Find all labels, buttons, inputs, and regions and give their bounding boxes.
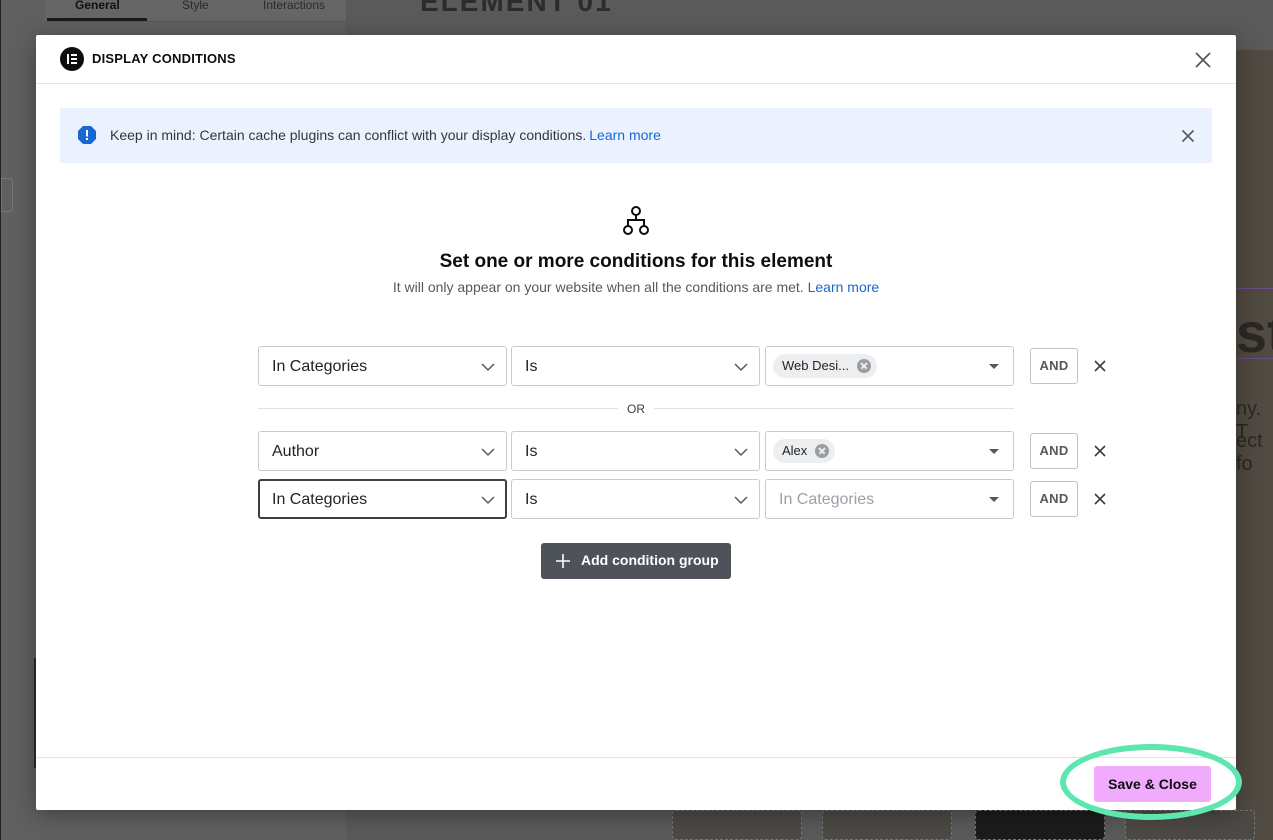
canvas-thumbnail bbox=[975, 810, 1105, 840]
and-button[interactable]: AND bbox=[1030, 481, 1078, 517]
panel-collapse-handle bbox=[1, 178, 13, 212]
canvas-thumbnail bbox=[672, 810, 802, 840]
condition-field-select[interactable]: In Categories bbox=[258, 346, 507, 386]
alert-message: Keep in mind: Certain cache plugins can … bbox=[110, 127, 661, 143]
sitemap-icon bbox=[620, 205, 652, 237]
condition-value-select[interactable]: Web Desi... bbox=[765, 346, 1014, 386]
canvas-thumbnail bbox=[822, 810, 952, 840]
remove-condition-icon[interactable] bbox=[1090, 489, 1110, 509]
alert-learn-more-link[interactable]: Learn more bbox=[589, 127, 661, 143]
elementor-logo-icon bbox=[60, 47, 84, 71]
condition-field-select[interactable]: Author bbox=[258, 431, 507, 471]
select-value: Is bbox=[525, 443, 538, 460]
condition-operator-select[interactable]: Is bbox=[511, 479, 760, 519]
condition-value-select[interactable]: In Categories bbox=[765, 479, 1014, 519]
condition-value-select[interactable]: Alex bbox=[765, 431, 1014, 471]
or-divider-line bbox=[258, 408, 618, 409]
condition-field-select[interactable]: In Categories bbox=[258, 479, 507, 519]
chevron-down-icon bbox=[481, 496, 495, 505]
conditions-heading: Set one or more conditions for this elem… bbox=[439, 251, 833, 272]
display-conditions-modal: DISPLAY CONDITIONS Keep in mind: Certain… bbox=[36, 35, 1236, 810]
conditions-subtext: It will only appear on your website when… bbox=[36, 279, 1236, 295]
and-button[interactable]: AND bbox=[1030, 348, 1078, 384]
caret-down-icon bbox=[989, 497, 999, 502]
subtext-learn-more-link[interactable]: Learn more bbox=[808, 279, 880, 295]
canvas-selection-line bbox=[1236, 288, 1273, 289]
select-value: In Categories bbox=[272, 491, 368, 508]
caret-down-icon bbox=[989, 364, 999, 369]
remove-condition-icon[interactable] bbox=[1090, 356, 1110, 376]
canvas-text-line: ect fo bbox=[1236, 430, 1263, 475]
add-condition-group-label: Add condition group bbox=[581, 552, 719, 568]
and-button[interactable]: AND bbox=[1030, 433, 1078, 469]
tab-interactions: Interactions bbox=[263, 0, 326, 12]
select-placeholder: In Categories bbox=[779, 491, 875, 508]
value-chip: Alex bbox=[773, 439, 836, 463]
or-divider-line bbox=[654, 408, 1014, 409]
chevron-down-icon bbox=[481, 363, 495, 372]
remove-condition-icon[interactable] bbox=[1090, 441, 1110, 461]
save-and-close-button[interactable]: Save & Close bbox=[1094, 766, 1211, 802]
modal-header: DISPLAY CONDITIONS bbox=[36, 35, 1236, 84]
canvas-heading: ELEMENT 01 bbox=[420, 0, 613, 17]
canvas-big-text: st bbox=[1236, 301, 1273, 364]
tab-style: Style bbox=[182, 0, 209, 12]
canvas-thumbnail bbox=[1125, 810, 1255, 840]
value-chip: Web Desi... bbox=[773, 354, 877, 378]
condition-operator-select[interactable]: Is bbox=[511, 346, 760, 386]
chip-remove-icon[interactable] bbox=[815, 444, 830, 458]
select-value: Is bbox=[525, 491, 538, 508]
or-separator-label: OR bbox=[627, 402, 645, 416]
cache-warning-alert: Keep in mind: Certain cache plugins can … bbox=[60, 108, 1212, 163]
modal-footer bbox=[36, 757, 1236, 810]
chevron-down-icon bbox=[734, 448, 748, 457]
add-condition-group-button[interactable]: Add condition group bbox=[541, 543, 731, 579]
chip-label: Alex bbox=[782, 443, 808, 458]
select-value: Is bbox=[525, 358, 538, 375]
chevron-down-icon bbox=[734, 496, 748, 505]
select-value: In Categories bbox=[272, 358, 368, 375]
subtext-body: It will only appear on your website when… bbox=[392, 279, 804, 295]
alert-text: Keep in mind: Certain cache plugins can … bbox=[110, 127, 587, 143]
condition-operator-select[interactable]: Is bbox=[511, 431, 760, 471]
active-tab-indicator bbox=[47, 18, 147, 21]
alert-close-icon[interactable] bbox=[1178, 126, 1198, 146]
chevron-down-icon bbox=[481, 448, 495, 457]
tab-general: General bbox=[75, 0, 120, 12]
chevron-down-icon bbox=[734, 363, 748, 372]
info-icon bbox=[77, 125, 97, 145]
chip-remove-icon[interactable] bbox=[856, 359, 871, 373]
caret-down-icon bbox=[989, 449, 999, 454]
select-value: Author bbox=[272, 443, 320, 460]
close-icon[interactable] bbox=[1191, 48, 1215, 72]
chip-label: Web Desi... bbox=[782, 358, 849, 373]
modal-title: DISPLAY CONDITIONS bbox=[92, 51, 236, 66]
plus-icon bbox=[556, 554, 570, 568]
